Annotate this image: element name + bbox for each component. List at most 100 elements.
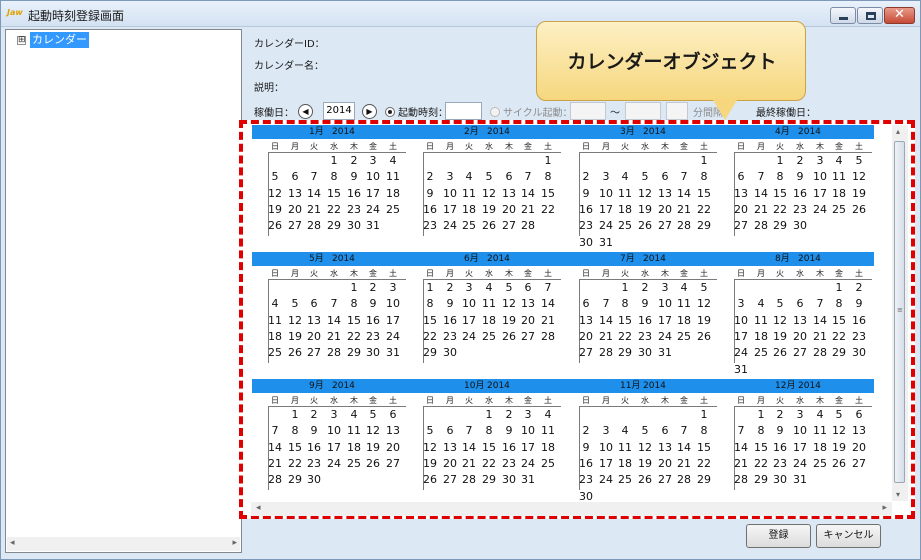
calendar-day[interactable]: 29	[344, 346, 364, 359]
calendar-day[interactable]: 7	[674, 170, 694, 183]
calendar-day[interactable]: 8	[538, 170, 558, 183]
calendar-day[interactable]: 17	[596, 457, 616, 470]
tree-item-calendar[interactable]: カレンダー	[30, 32, 89, 48]
calendar-day[interactable]: 17	[596, 203, 616, 216]
calendar-day[interactable]: 7	[324, 297, 344, 310]
calendar-day[interactable]: 6	[440, 424, 460, 437]
calendar-day[interactable]: 19	[265, 203, 285, 216]
calendar-day[interactable]: 18	[265, 330, 285, 343]
start-time-input[interactable]	[445, 102, 482, 120]
scroll-up-icon[interactable]: ▴	[896, 127, 900, 136]
calendar-day[interactable]: 6	[304, 297, 324, 310]
calendar-day[interactable]: 6	[655, 170, 675, 183]
calendar-day[interactable]: 9	[770, 424, 790, 437]
maximize-button[interactable]	[857, 7, 883, 24]
calendar-day[interactable]: 13	[285, 187, 305, 200]
register-button[interactable]: 登録	[746, 524, 811, 548]
calendar-day[interactable]: 15	[420, 314, 440, 327]
calendar-day[interactable]: 5	[363, 408, 383, 421]
calendar-day[interactable]: 12	[363, 424, 383, 437]
calendar-day[interactable]: 11	[751, 314, 771, 327]
calendar-day[interactable]: 31	[790, 473, 810, 486]
calendar-day[interactable]: 29	[770, 219, 790, 232]
calendar-day[interactable]: 20	[440, 457, 460, 470]
cycle-from-input[interactable]	[570, 102, 606, 120]
calendar-day[interactable]: 22	[538, 203, 558, 216]
calendar-day[interactable]: 23	[499, 457, 519, 470]
calendar-day[interactable]: 25	[674, 330, 694, 343]
calendar-day[interactable]: 2	[576, 170, 596, 183]
calendar-day[interactable]: 28	[518, 219, 538, 232]
calendar-day[interactable]: 12	[499, 297, 519, 310]
calendar-day[interactable]: 5	[635, 170, 655, 183]
calendar-day[interactable]: 28	[810, 346, 830, 359]
calendar-day[interactable]: 23	[576, 473, 596, 486]
calendar-day[interactable]: 1	[285, 408, 305, 421]
calendar-day[interactable]: 5	[420, 424, 440, 437]
calendar-day[interactable]: 2	[849, 281, 869, 294]
calendar-day[interactable]: 15	[694, 441, 714, 454]
calendar-day[interactable]: 8	[285, 424, 305, 437]
calendar-day[interactable]: 8	[344, 297, 364, 310]
scroll-left-icon[interactable]: ◂	[256, 503, 261, 513]
calendar-day[interactable]: 20	[304, 330, 324, 343]
calendar-day[interactable]: 13	[849, 424, 869, 437]
calendar-day[interactable]: 27	[304, 346, 324, 359]
calendar-day[interactable]: 13	[655, 441, 675, 454]
calendar-day[interactable]: 24	[596, 219, 616, 232]
calendar-day[interactable]: 25	[615, 473, 635, 486]
calendar-day[interactable]: 1	[615, 281, 635, 294]
calendar-day[interactable]: 13	[383, 424, 403, 437]
calendar-day[interactable]: 23	[635, 330, 655, 343]
calendar-day[interactable]: 26	[285, 346, 305, 359]
calendar-day[interactable]: 21	[674, 203, 694, 216]
calendar-day[interactable]: 5	[499, 281, 519, 294]
calendar-day[interactable]: 15	[538, 187, 558, 200]
calendar-day[interactable]: 22	[770, 203, 790, 216]
calendar-day[interactable]: 12	[829, 424, 849, 437]
calendar-tree[interactable]: ⊞ カレンダー ◂ ▸	[5, 29, 242, 553]
calendar-day[interactable]: 6	[790, 297, 810, 310]
calendar-day[interactable]: 25	[479, 330, 499, 343]
calendar-day[interactable]: 15	[694, 187, 714, 200]
calendar-day[interactable]: 23	[576, 219, 596, 232]
year-field[interactable]: 2014	[323, 102, 355, 120]
calendar-day[interactable]: 21	[324, 330, 344, 343]
calendar-day[interactable]: 9	[576, 187, 596, 200]
calendar-day[interactable]: 9	[344, 170, 364, 183]
calendar-day[interactable]: 7	[265, 424, 285, 437]
calendar-day[interactable]: 20	[383, 441, 403, 454]
calendar-day[interactable]: 22	[420, 330, 440, 343]
calendar-day[interactable]: 2	[363, 281, 383, 294]
calendar-day[interactable]: 19	[479, 203, 499, 216]
calendar-day[interactable]: 25	[810, 457, 830, 470]
calendar-day[interactable]: 8	[694, 170, 714, 183]
calendar-day[interactable]: 29	[479, 473, 499, 486]
calendar-day[interactable]: 11	[459, 187, 479, 200]
calendar-day[interactable]: 6	[849, 408, 869, 421]
calendar-day[interactable]: 26	[479, 219, 499, 232]
calendar-day[interactable]: 17	[440, 203, 460, 216]
calendar-day[interactable]: 26	[499, 330, 519, 343]
calendar-day[interactable]: 24	[810, 203, 830, 216]
calendar-day[interactable]: 9	[499, 424, 519, 437]
calendar-day[interactable]: 31	[383, 346, 403, 359]
calendar-day[interactable]: 31	[731, 363, 751, 376]
calendar-day[interactable]: 28	[596, 346, 616, 359]
calendar-day[interactable]: 14	[459, 441, 479, 454]
calendar-day[interactable]: 19	[635, 203, 655, 216]
calendar-day[interactable]: 29	[615, 346, 635, 359]
calendar-day[interactable]: 19	[363, 441, 383, 454]
calendar-day[interactable]: 13	[518, 297, 538, 310]
calendar-day[interactable]: 27	[576, 346, 596, 359]
calendar-day[interactable]: 23	[420, 219, 440, 232]
calendar-day[interactable]: 6	[499, 170, 519, 183]
calendar-day[interactable]: 25	[615, 219, 635, 232]
calendar-day[interactable]: 16	[440, 314, 460, 327]
calendar-day[interactable]: 11	[383, 170, 403, 183]
calendar-day[interactable]: 21	[751, 203, 771, 216]
calendar-day[interactable]: 16	[499, 441, 519, 454]
calendar-day[interactable]: 17	[810, 187, 830, 200]
calendar-day[interactable]: 24	[731, 346, 751, 359]
calendar-day[interactable]: 7	[304, 170, 324, 183]
